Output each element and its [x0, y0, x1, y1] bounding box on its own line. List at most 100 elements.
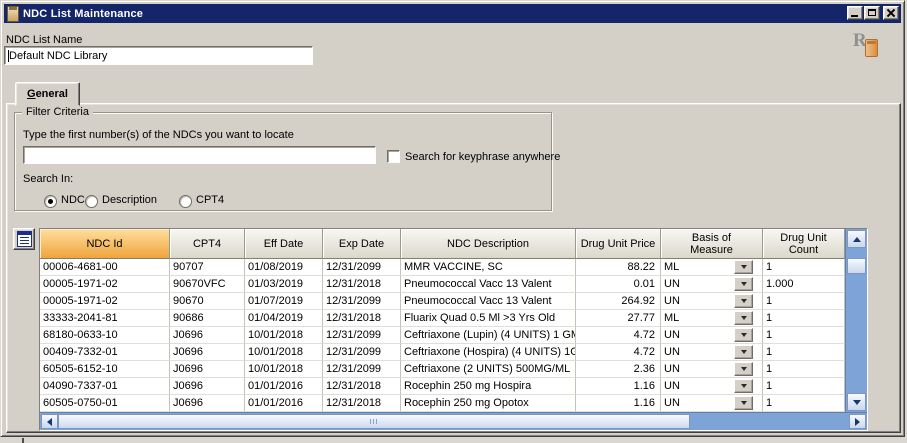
cell-ndc-id[interactable]: 00005-1971-02 [40, 276, 170, 293]
scroll-left-button[interactable] [41, 414, 58, 429]
cell-price[interactable]: 4.72 [576, 327, 661, 344]
cell-cpt4[interactable]: J0696 [170, 327, 245, 344]
cell-eff-date[interactable]: 01/07/2019 [245, 293, 323, 310]
cell-cpt4[interactable]: J0696 [170, 361, 245, 378]
cell-description[interactable]: MMR VACCINE, SC [401, 259, 576, 276]
basis-dropdown-button[interactable] [734, 311, 753, 325]
cell-basis[interactable]: UN [661, 276, 763, 293]
basis-dropdown-button[interactable] [734, 294, 753, 308]
cell-exp-date[interactable]: 12/31/2018 [323, 378, 401, 395]
cell-basis[interactable]: UN [661, 327, 763, 344]
column-header-price[interactable]: Drug Unit Price [576, 229, 661, 259]
basis-dropdown-button[interactable] [734, 260, 753, 274]
maximize-button[interactable] [864, 6, 880, 20]
cell-exp-date[interactable]: 12/31/2018 [323, 310, 401, 327]
scroll-right-button[interactable] [849, 414, 866, 429]
horizontal-scroll-thumb[interactable] [58, 414, 690, 429]
table-row[interactable]: 04090-7337-01J069601/01/201612/31/2018Ro… [40, 378, 845, 395]
cell-description[interactable]: Ceftriaxone (2 UNITS) 500MG/ML [401, 361, 576, 378]
close-button[interactable] [883, 6, 899, 20]
table-row[interactable]: 00005-1971-029067001/07/201912/31/2099Pn… [40, 293, 845, 310]
table-row[interactable]: 60505-6152-10J069610/01/201812/31/2099Ce… [40, 361, 845, 378]
cell-exp-date[interactable]: 12/31/2099 [323, 327, 401, 344]
table-row[interactable]: 00409-7332-01J069610/01/201812/31/2099Ce… [40, 344, 845, 361]
vertical-scrollbar[interactable] [845, 229, 867, 412]
cell-count[interactable]: 1 [763, 361, 845, 378]
keyphrase-checkbox[interactable] [387, 150, 400, 163]
cell-eff-date[interactable]: 01/01/2016 [245, 395, 323, 412]
cell-eff-date[interactable]: 10/01/2018 [245, 361, 323, 378]
column-header-exp-date[interactable]: Exp Date [323, 229, 401, 259]
basis-dropdown-button[interactable] [734, 328, 753, 342]
column-header-eff-date[interactable]: Eff Date [245, 229, 323, 259]
cell-eff-date[interactable]: 01/03/2019 [245, 276, 323, 293]
radio-cpt4[interactable] [179, 195, 192, 208]
cell-price[interactable]: 27.77 [576, 310, 661, 327]
cell-count[interactable]: 1 [763, 310, 845, 327]
table-row[interactable]: 60505-0750-01J069601/01/201612/31/2018Ro… [40, 395, 845, 412]
radio-cpt4-label[interactable]: CPT4 [196, 194, 224, 206]
radio-ndc-label[interactable]: NDC [61, 194, 85, 206]
cell-basis[interactable]: UN [661, 361, 763, 378]
cell-count[interactable]: 1.000 [763, 276, 845, 293]
cell-ndc-id[interactable]: 00006-4681-00 [40, 259, 170, 276]
column-header-ndc-id[interactable]: NDC Id [40, 229, 170, 259]
basis-dropdown-button[interactable] [734, 362, 753, 376]
column-header-count[interactable]: Drug Unit Count [763, 229, 845, 259]
cell-cpt4[interactable]: J0696 [170, 395, 245, 412]
scroll-up-button[interactable] [847, 230, 866, 248]
cell-eff-date[interactable]: 01/01/2016 [245, 378, 323, 395]
cell-exp-date[interactable]: 12/31/2099 [323, 344, 401, 361]
ndc-search-field[interactable] [23, 146, 376, 164]
radio-description[interactable] [85, 195, 98, 208]
cell-cpt4[interactable]: J0696 [170, 378, 245, 395]
cell-price[interactable]: 1.16 [576, 395, 661, 412]
horizontal-scrollbar[interactable] [40, 412, 867, 430]
cell-description[interactable]: Ceftriaxone (Lupin) (4 UNITS) 1 GM [401, 327, 576, 344]
cell-price[interactable]: 264.92 [576, 293, 661, 310]
cell-price[interactable]: 1.16 [576, 378, 661, 395]
cell-count[interactable]: 1 [763, 395, 845, 412]
basis-dropdown-button[interactable] [734, 396, 753, 410]
cell-count[interactable]: 1 [763, 378, 845, 395]
cell-price[interactable]: 4.72 [576, 344, 661, 361]
cell-exp-date[interactable]: 12/31/2099 [323, 259, 401, 276]
cell-count[interactable]: 1 [763, 293, 845, 310]
column-header-description[interactable]: NDC Description [401, 229, 576, 259]
cell-count[interactable]: 1 [763, 259, 845, 276]
table-row[interactable]: 33333-2041-819068601/04/201912/31/2018Fl… [40, 310, 845, 327]
cell-basis[interactable]: UN [661, 344, 763, 361]
cell-exp-date[interactable]: 12/31/2018 [323, 276, 401, 293]
cell-ndc-id[interactable]: 00409-7332-01 [40, 344, 170, 361]
titlebar[interactable]: NDC List Maintenance [4, 4, 901, 23]
cell-price[interactable]: 88.22 [576, 259, 661, 276]
cell-description[interactable]: Rocephin 250 mg Opotox [401, 395, 576, 412]
ndc-search-input[interactable] [26, 148, 375, 162]
basis-dropdown-button[interactable] [734, 277, 753, 291]
ndc-list-name-field[interactable] [4, 46, 313, 65]
cell-basis[interactable]: ML [661, 310, 763, 327]
vertical-scroll-thumb[interactable] [847, 258, 866, 274]
cell-eff-date[interactable]: 01/08/2019 [245, 259, 323, 276]
column-header-cpt4[interactable]: CPT4 [170, 229, 245, 259]
cell-eff-date[interactable]: 10/01/2018 [245, 344, 323, 361]
basis-dropdown-button[interactable] [734, 345, 753, 359]
basis-dropdown-button[interactable] [734, 379, 753, 393]
cell-ndc-id[interactable]: 04090-7337-01 [40, 378, 170, 395]
cell-eff-date[interactable]: 10/01/2018 [245, 327, 323, 344]
cell-price[interactable]: 2.36 [576, 361, 661, 378]
cell-eff-date[interactable]: 01/04/2019 [245, 310, 323, 327]
cell-basis[interactable]: UN [661, 293, 763, 310]
radio-ndc[interactable] [44, 195, 57, 208]
cell-description[interactable]: Ceftriaxone (Hospira) (4 UNITS) 1GM [401, 344, 576, 361]
cell-exp-date[interactable]: 12/31/2018 [323, 395, 401, 412]
cell-basis[interactable]: UN [661, 395, 763, 412]
cell-description[interactable]: Rocephin 250 mg Hospira [401, 378, 576, 395]
table-row[interactable]: 00005-1971-0290670VFC01/03/201912/31/201… [40, 276, 845, 293]
cell-ndc-id[interactable]: 60505-6152-10 [40, 361, 170, 378]
tab-general[interactable]: General [15, 82, 80, 106]
scroll-down-button[interactable] [847, 393, 866, 411]
cell-basis[interactable]: UN [661, 378, 763, 395]
cell-price[interactable]: 0.01 [576, 276, 661, 293]
cell-cpt4[interactable]: 90686 [170, 310, 245, 327]
